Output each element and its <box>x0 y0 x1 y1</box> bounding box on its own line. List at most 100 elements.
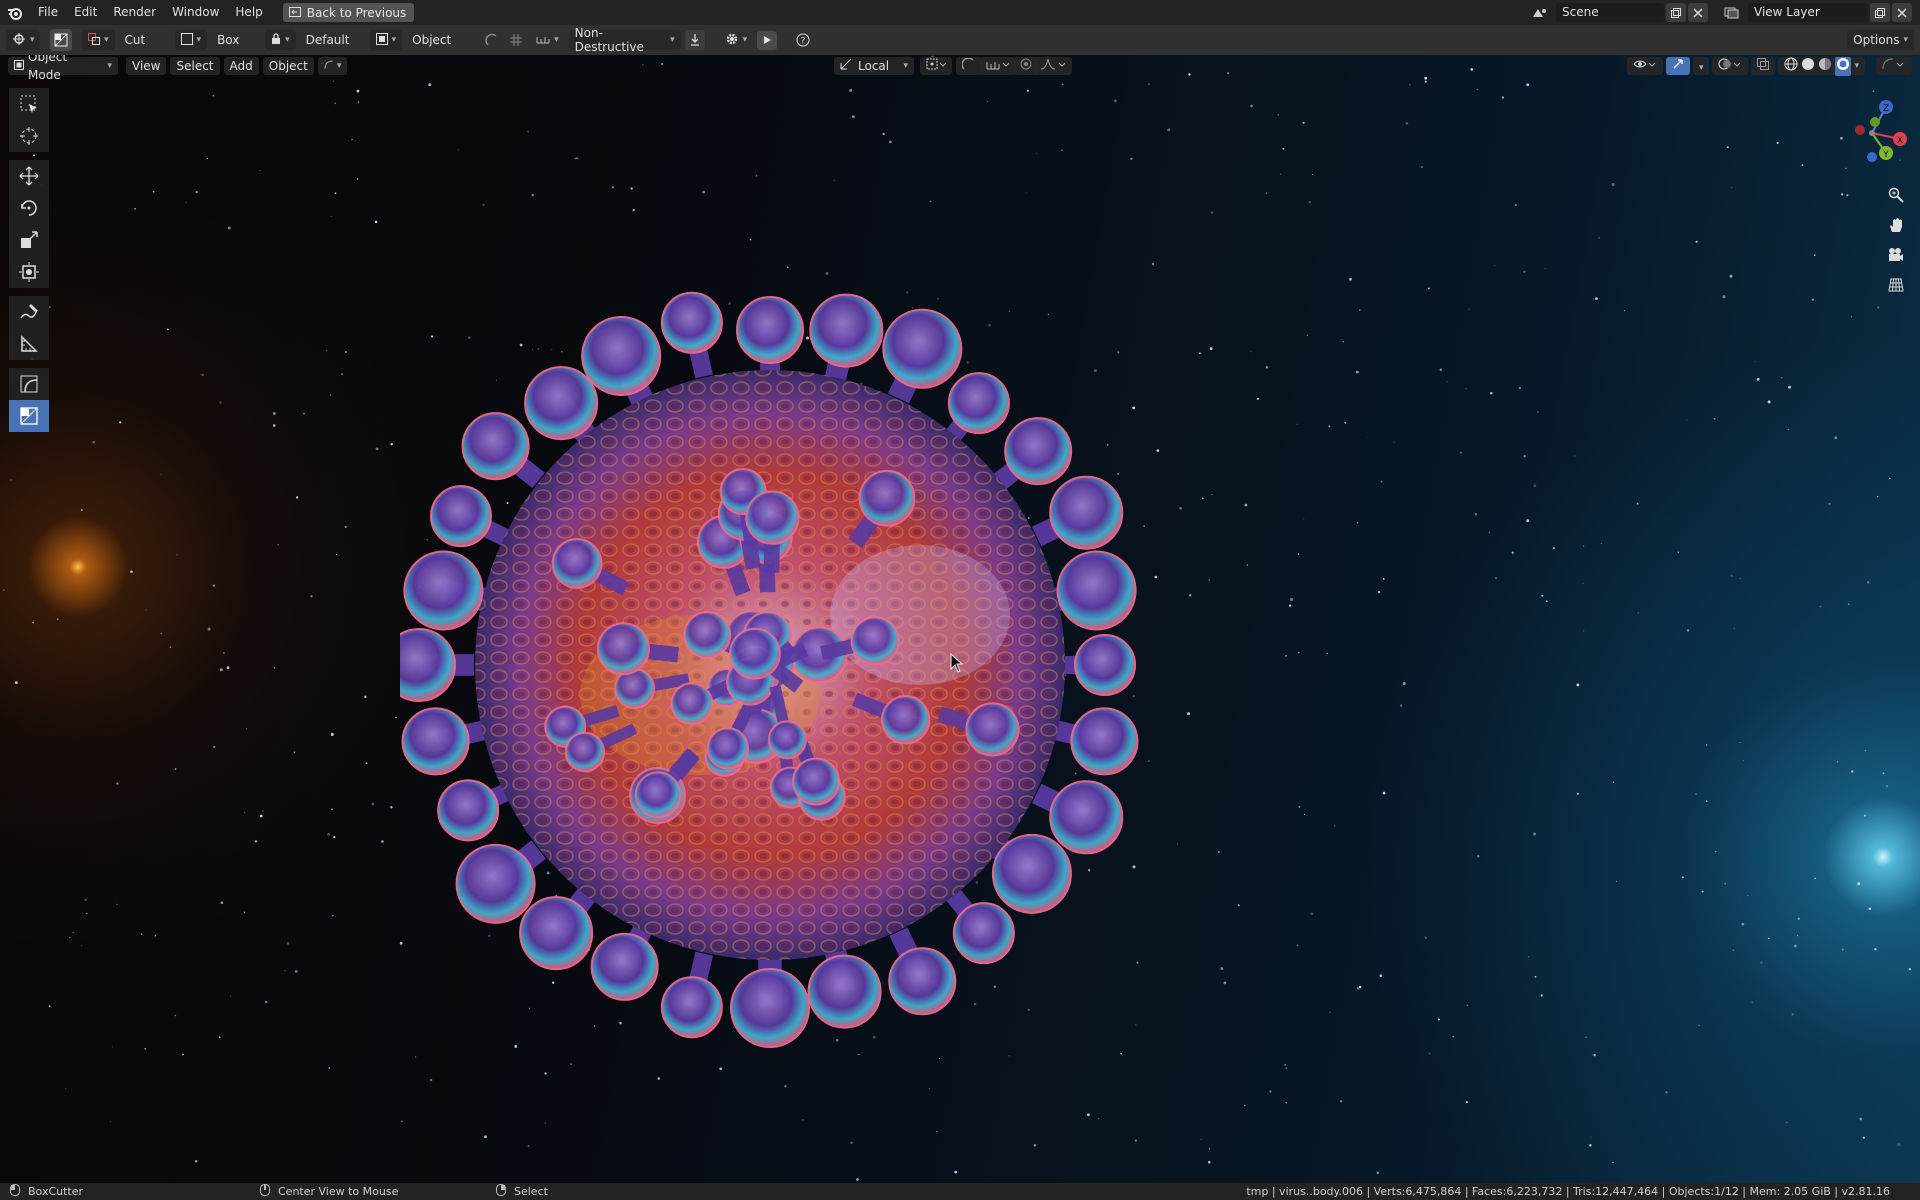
menu-help[interactable]: Help <box>227 0 270 25</box>
svg-text:?: ? <box>801 37 806 47</box>
star <box>1446 381 1448 383</box>
snap-target-icon[interactable] <box>980 57 1016 75</box>
star <box>1359 309 1361 311</box>
xray-toggle-icon[interactable] <box>1751 57 1776 75</box>
measure-tool-icon[interactable] <box>9 328 49 360</box>
menu-file[interactable]: File <box>30 0 66 25</box>
star <box>10 479 13 481</box>
pivot-point-icon[interactable] <box>920 57 952 75</box>
annotate-tool-icon[interactable] <box>9 296 49 328</box>
new-view-layer-icon[interactable] <box>1870 3 1890 22</box>
star <box>330 394 332 396</box>
chevron-down-icon[interactable]: ▾ <box>1854 57 1859 75</box>
gizmo-dropdown-icon[interactable]: ▾ <box>1692 57 1710 75</box>
star <box>1874 948 1877 951</box>
star <box>1285 654 1287 657</box>
help-icon[interactable]: ? <box>793 31 813 50</box>
star <box>1026 89 1029 92</box>
snap-increment-dropdown[interactable]: ▾ <box>530 30 565 50</box>
material-shading-icon[interactable] <box>1818 57 1832 76</box>
star <box>1540 994 1543 997</box>
star <box>92 440 96 444</box>
sidebar-toggle-icon[interactable] <box>1876 57 1912 75</box>
select-box-tool-icon[interactable] <box>9 88 49 120</box>
cut-mode-label[interactable]: Cut <box>119 30 161 50</box>
cursor-tool-icon[interactable] <box>9 120 49 152</box>
scene-selector-icon[interactable] <box>1530 3 1550 22</box>
gizmo-toggle-icon[interactable] <box>1665 57 1690 75</box>
object-type-dropdown[interactable]: ▾ <box>369 30 403 50</box>
menu-render[interactable]: Render <box>105 0 164 25</box>
cut-mode-icon-dropdown[interactable]: ▾ <box>82 30 115 50</box>
select-menu[interactable]: Select <box>170 57 220 75</box>
orientation-label: Local <box>858 59 890 73</box>
chevron-down-icon: ▾ <box>285 35 290 45</box>
transform-tool-icon[interactable] <box>9 256 49 288</box>
star <box>1310 912 1314 916</box>
blender-logo-icon[interactable] <box>0 0 30 25</box>
add-menu[interactable]: Add <box>223 57 259 75</box>
star <box>1739 742 1741 744</box>
menu-window[interactable]: Window <box>164 0 227 25</box>
star <box>395 716 397 719</box>
navigation-gizmo[interactable]: Z X Y <box>1832 93 1912 173</box>
ortho-perspective-grid-icon[interactable] <box>1882 271 1910 299</box>
shape-icon-dropdown[interactable]: ▾ <box>174 30 208 50</box>
options-dropdown[interactable]: Options ▾ <box>1847 30 1914 50</box>
curve-cutter-tool-icon[interactable] <box>9 368 49 400</box>
star <box>1637 612 1640 614</box>
grid-snap-icon[interactable] <box>506 31 526 50</box>
star <box>1636 502 1639 505</box>
star <box>1284 1064 1286 1066</box>
star <box>574 157 577 160</box>
boxcutter-tool-icon[interactable] <box>50 29 72 51</box>
star <box>254 840 258 843</box>
object-mode-dropdown[interactable]: Object Mode ▾ <box>8 55 118 82</box>
editor-type-dropdown[interactable]: ▾ <box>6 30 40 50</box>
star <box>227 226 231 230</box>
falloff-curve-icon[interactable] <box>1034 57 1072 75</box>
star <box>1523 455 1526 458</box>
interaction-dropdown[interactable]: ▾ <box>317 57 348 75</box>
wireframe-shading-icon[interactable] <box>1784 57 1798 76</box>
settings-dropdown[interactable]: ▾ <box>719 30 754 50</box>
solid-shading-icon[interactable] <box>1801 57 1815 76</box>
view-layer-selector-icon[interactable] <box>1722 3 1742 22</box>
view-menu[interactable]: View <box>126 57 167 75</box>
lock-dropdown[interactable]: ▾ <box>265 30 296 50</box>
new-scene-icon[interactable] <box>1666 3 1686 22</box>
top-menu-bar: File Edit Render Window Help Back to Pre… <box>0 0 1920 25</box>
default-preset-label[interactable]: Default <box>300 30 356 50</box>
scene-name-field[interactable]: Scene <box>1556 3 1664 22</box>
boolean-mode-dropdown[interactable]: Non-Destructive ▾ <box>568 26 681 54</box>
transform-orientation-dropdown[interactable]: Local ▾ <box>834 57 914 75</box>
play-icon[interactable] <box>757 30 778 50</box>
star <box>1367 437 1369 438</box>
delete-view-layer-icon[interactable] <box>1892 3 1912 22</box>
overlays-icon[interactable] <box>1712 57 1749 75</box>
object-label[interactable]: Object <box>406 30 466 50</box>
star <box>1847 603 1850 605</box>
pan-hand-icon[interactable] <box>1882 211 1910 239</box>
menu-edit[interactable]: Edit <box>66 0 105 25</box>
snap-icon[interactable] <box>482 31 502 50</box>
snap-toggle-icon[interactable] <box>956 57 982 75</box>
scale-tool-icon[interactable] <box>9 224 49 256</box>
object-menu[interactable]: Object <box>262 57 314 75</box>
rotate-tool-icon[interactable] <box>9 192 49 224</box>
shape-type-label[interactable]: Box <box>211 30 259 50</box>
back-to-previous-button[interactable]: Back to Previous <box>282 3 415 22</box>
3d-viewport[interactable]: Object Mode ▾ View Select Add Object ▾ L… <box>0 55 1920 1183</box>
spike-head <box>683 611 732 659</box>
star <box>630 187 633 190</box>
camera-view-icon[interactable] <box>1882 241 1910 269</box>
rendered-shading-icon[interactable] <box>1835 56 1852 76</box>
view-layer-name-field[interactable]: View Layer <box>1748 3 1868 22</box>
move-tool-icon[interactable] <box>9 160 49 192</box>
visibility-icon[interactable] <box>1626 57 1663 75</box>
star <box>1244 503 1248 507</box>
delete-scene-icon[interactable] <box>1688 3 1708 22</box>
boxcutter-tool-icon[interactable] <box>9 400 49 432</box>
apply-download-icon[interactable] <box>684 30 705 50</box>
zoom-icon[interactable] <box>1882 181 1910 209</box>
